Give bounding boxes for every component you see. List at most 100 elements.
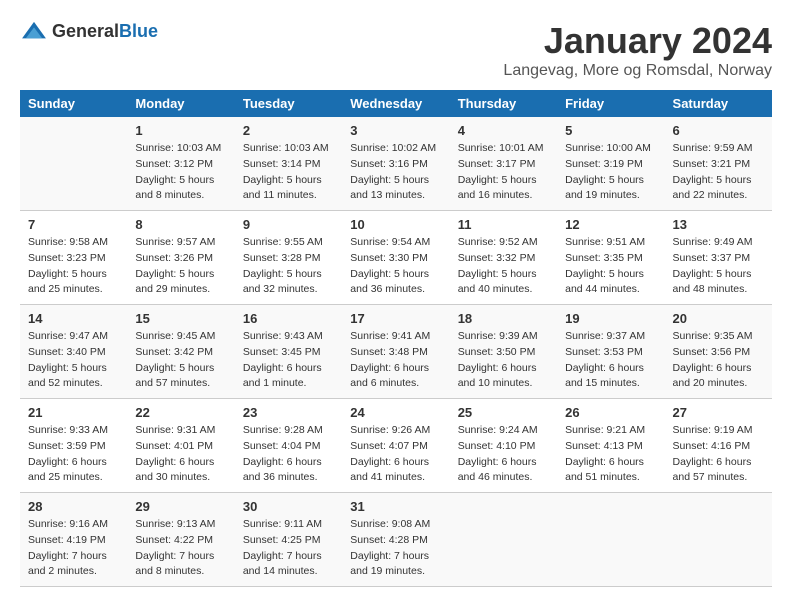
- day-info: Sunrise: 9:39 AM Sunset: 3:50 PM Dayligh…: [458, 329, 549, 392]
- logo-icon: [20, 20, 48, 42]
- day-info: Sunrise: 9:55 AM Sunset: 3:28 PM Dayligh…: [243, 235, 334, 298]
- title-section: January 2024 Langevag, More og Romsdal, …: [503, 20, 772, 80]
- day-info: Sunrise: 9:35 AM Sunset: 3:56 PM Dayligh…: [673, 329, 764, 392]
- calendar-cell-w5-d7: [665, 493, 772, 587]
- calendar-cell-w3-d4: 17Sunrise: 9:41 AM Sunset: 3:48 PM Dayli…: [342, 305, 449, 399]
- calendar-cell-w3-d1: 14 Sunrise: 9:47 AM Sunset: 3:40 PM Dayli…: [20, 305, 127, 399]
- calendar-cell-w4-d5: 25 Sunrise: 9:24 AM Sunset: 4:10 PM Dayli…: [450, 399, 557, 493]
- calendar-cell-w5-d3: 30 Sunrise: 9:11 AM Sunset: 4:25 PM Dayli…: [235, 493, 342, 587]
- day-info: Sunrise: 9:28 AM Sunset: 4:04 PM Dayligh…: [243, 423, 334, 486]
- week-row-5: 28 Sunrise: 9:16 AM Sunset: 4:19 PM Dayli…: [20, 493, 772, 587]
- calendar-cell-w3-d5: 18 Sunrise: 9:39 AM Sunset: 3:50 PM Dayli…: [450, 305, 557, 399]
- calendar-cell-w3-d2: 15 Sunrise: 9:45 AM Sunset: 3:42 PM Dayli…: [127, 305, 234, 399]
- week-row-1: 1 Sunrise: 10:03 AM Sunset: 3:12 PM Dayli…: [20, 117, 772, 211]
- calendar-cell-w4-d3: 23 Sunrise: 9:28 AM Sunset: 4:04 PM Dayli…: [235, 399, 342, 493]
- calendar-cell-w5-d2: 29 Sunrise: 9:13 AM Sunset: 4:22 PM Dayli…: [127, 493, 234, 587]
- day-number: 13: [673, 217, 764, 232]
- header-saturday: Saturday: [665, 90, 772, 117]
- day-number: 2: [243, 123, 334, 138]
- calendar-cell-w3-d6: 19Sunrise: 9:37 AM Sunset: 3:53 PM Dayli…: [557, 305, 664, 399]
- header-wednesday: Wednesday: [342, 90, 449, 117]
- day-number: 16: [243, 311, 334, 326]
- header-monday: Monday: [127, 90, 234, 117]
- day-info: Sunrise: 9:11 AM Sunset: 4:25 PM Dayligh…: [243, 517, 334, 580]
- day-info: Sunrise: 9:59 AM Sunset: 3:21 PM Dayligh…: [673, 141, 764, 204]
- day-number: 3: [350, 123, 441, 138]
- calendar-cell-w2-d3: 9 Sunrise: 9:55 AM Sunset: 3:28 PM Daylig…: [235, 211, 342, 305]
- day-number: 27: [673, 405, 764, 420]
- day-number: 6: [673, 123, 764, 138]
- day-number: 4: [458, 123, 549, 138]
- day-info: Sunrise: 9:08 AM Sunset: 4:28 PM Dayligh…: [350, 517, 441, 580]
- month-title: January 2024: [503, 20, 772, 62]
- logo: GeneralBlue: [20, 20, 158, 42]
- day-info: Sunrise: 9:16 AM Sunset: 4:19 PM Dayligh…: [28, 517, 119, 580]
- page-header: GeneralBlue January 2024 Langevag, More …: [20, 20, 772, 80]
- day-info: Sunrise: 9:54 AM Sunset: 3:30 PM Dayligh…: [350, 235, 441, 298]
- day-info: Sunrise: 9:52 AM Sunset: 3:32 PM Dayligh…: [458, 235, 549, 298]
- logo-blue: Blue: [119, 21, 158, 41]
- day-info: Sunrise: 9:45 AM Sunset: 3:42 PM Dayligh…: [135, 329, 226, 392]
- day-number: 23: [243, 405, 334, 420]
- day-info: Sunrise: 9:26 AM Sunset: 4:07 PM Dayligh…: [350, 423, 441, 486]
- day-info: Sunrise: 9:57 AM Sunset: 3:26 PM Dayligh…: [135, 235, 226, 298]
- week-row-3: 14 Sunrise: 9:47 AM Sunset: 3:40 PM Dayli…: [20, 305, 772, 399]
- day-number: 15: [135, 311, 226, 326]
- week-row-2: 7Sunrise: 9:58 AM Sunset: 3:23 PM Daylig…: [20, 211, 772, 305]
- calendar-cell-w1-d7: 6 Sunrise: 9:59 AM Sunset: 3:21 PM Daylig…: [665, 117, 772, 211]
- calendar-cell-w5-d4: 31Sunrise: 9:08 AM Sunset: 4:28 PM Dayli…: [342, 493, 449, 587]
- calendar-cell-w4-d7: 27 Sunrise: 9:19 AM Sunset: 4:16 PM Dayli…: [665, 399, 772, 493]
- calendar-cell-w4-d6: 26 Sunrise: 9:21 AM Sunset: 4:13 PM Dayli…: [557, 399, 664, 493]
- day-number: 25: [458, 405, 549, 420]
- day-info: Sunrise: 9:19 AM Sunset: 4:16 PM Dayligh…: [673, 423, 764, 486]
- header-friday: Friday: [557, 90, 664, 117]
- calendar-cell-w4-d2: 22 Sunrise: 9:31 AM Sunset: 4:01 PM Dayli…: [127, 399, 234, 493]
- calendar-cell-w2-d6: 12 Sunrise: 9:51 AM Sunset: 3:35 PM Dayli…: [557, 211, 664, 305]
- calendar-cell-w5-d5: [450, 493, 557, 587]
- calendar-table: Sunday Monday Tuesday Wednesday Thursday…: [20, 90, 772, 587]
- day-info: Sunrise: 10:03 AM Sunset: 3:14 PM Daylig…: [243, 141, 334, 204]
- calendar-cell-w1-d2: 1 Sunrise: 10:03 AM Sunset: 3:12 PM Dayli…: [127, 117, 234, 211]
- calendar-cell-w2-d5: 11Sunrise: 9:52 AM Sunset: 3:32 PM Dayli…: [450, 211, 557, 305]
- day-number: 10: [350, 217, 441, 232]
- calendar-cell-w4-d1: 21Sunrise: 9:33 AM Sunset: 3:59 PM Dayli…: [20, 399, 127, 493]
- day-number: 30: [243, 499, 334, 514]
- day-info: Sunrise: 10:03 AM Sunset: 3:12 PM Daylig…: [135, 141, 226, 204]
- calendar-cell-w2-d2: 8 Sunrise: 9:57 AM Sunset: 3:26 PM Daylig…: [127, 211, 234, 305]
- header-thursday: Thursday: [450, 90, 557, 117]
- calendar-header-row: Sunday Monday Tuesday Wednesday Thursday…: [20, 90, 772, 117]
- day-info: Sunrise: 9:24 AM Sunset: 4:10 PM Dayligh…: [458, 423, 549, 486]
- calendar-cell-w2-d7: 13Sunrise: 9:49 AM Sunset: 3:37 PM Dayli…: [665, 211, 772, 305]
- day-info: Sunrise: 10:02 AM Sunset: 3:16 PM Daylig…: [350, 141, 441, 204]
- day-number: 22: [135, 405, 226, 420]
- day-number: 5: [565, 123, 656, 138]
- week-row-4: 21Sunrise: 9:33 AM Sunset: 3:59 PM Dayli…: [20, 399, 772, 493]
- location-subtitle: Langevag, More og Romsdal, Norway: [503, 62, 772, 80]
- day-number: 1: [135, 123, 226, 138]
- day-info: Sunrise: 9:31 AM Sunset: 4:01 PM Dayligh…: [135, 423, 226, 486]
- header-tuesday: Tuesday: [235, 90, 342, 117]
- day-number: 8: [135, 217, 226, 232]
- day-number: 18: [458, 311, 549, 326]
- day-number: 29: [135, 499, 226, 514]
- calendar-cell-w3-d3: 16Sunrise: 9:43 AM Sunset: 3:45 PM Dayli…: [235, 305, 342, 399]
- day-number: 20: [673, 311, 764, 326]
- day-number: 26: [565, 405, 656, 420]
- day-info: Sunrise: 10:01 AM Sunset: 3:17 PM Daylig…: [458, 141, 549, 204]
- calendar-cell-w4-d4: 24Sunrise: 9:26 AM Sunset: 4:07 PM Dayli…: [342, 399, 449, 493]
- calendar-cell-w5-d6: [557, 493, 664, 587]
- day-number: 9: [243, 217, 334, 232]
- day-info: Sunrise: 9:58 AM Sunset: 3:23 PM Dayligh…: [28, 235, 119, 298]
- day-info: Sunrise: 9:47 AM Sunset: 3:40 PM Dayligh…: [28, 329, 119, 392]
- day-number: 14: [28, 311, 119, 326]
- day-number: 12: [565, 217, 656, 232]
- day-info: Sunrise: 9:13 AM Sunset: 4:22 PM Dayligh…: [135, 517, 226, 580]
- day-number: 21: [28, 405, 119, 420]
- calendar-cell-w1-d4: 3 Sunrise: 10:02 AM Sunset: 3:16 PM Dayli…: [342, 117, 449, 211]
- day-number: 28: [28, 499, 119, 514]
- calendar-cell-w1-d3: 2 Sunrise: 10:03 AM Sunset: 3:14 PM Dayli…: [235, 117, 342, 211]
- calendar-cell-w2-d4: 10 Sunrise: 9:54 AM Sunset: 3:30 PM Dayli…: [342, 211, 449, 305]
- calendar-cell-w1-d1: [20, 117, 127, 211]
- day-info: Sunrise: 9:51 AM Sunset: 3:35 PM Dayligh…: [565, 235, 656, 298]
- day-info: Sunrise: 9:21 AM Sunset: 4:13 PM Dayligh…: [565, 423, 656, 486]
